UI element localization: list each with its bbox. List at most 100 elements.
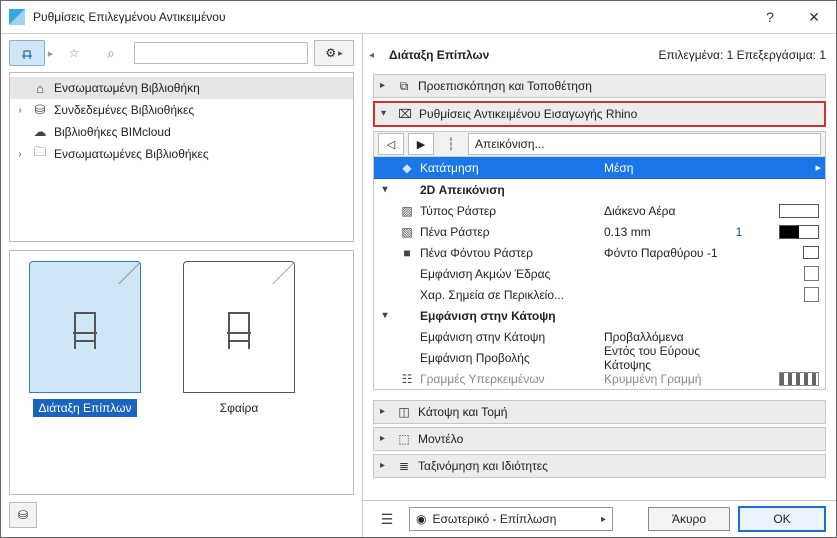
property-row[interactable]: ▨Τύπος ΡάστερΔιάκενο Αέρα [374,200,825,221]
property-value: Εντός του Εύρους Κάτοψης [600,344,719,372]
expand-icon: › [14,105,26,116]
right-header: ◂ Διάταξη Επίπλων Επιλεγμένα: 1 Επεξεργά… [363,34,836,70]
gear-icon: ⚙ [325,46,336,60]
property-value: Προβαλλόμενα [600,330,719,344]
checkbox[interactable] [804,287,819,302]
expand-icon: › [14,149,26,160]
section-label: 2D Απεικόνιση [418,183,825,197]
help-button[interactable]: ? [748,1,792,33]
property-row[interactable]: ▧Πένα Ράστερ0.13 mm1 [374,221,825,242]
expand-right-icon[interactable]: ▸ [799,161,825,174]
library-tree[interactable]: ⌂ Ενσωματωμένη Βιβλιοθήκη ›⛁Συνδεδεμένες Β… [9,72,354,242]
title-bar: Ρυθμίσεις Επιλεγμένου Αντικειμένου ? ✕ [1,1,836,34]
search-button[interactable]: ⌕ [94,41,128,65]
folder-icon: ⌂ [32,81,48,96]
disclosure-icon: ▾ [374,310,396,321]
view-dropdown[interactable]: Απεικόνιση... [468,133,821,155]
panel-header[interactable]: ▸⬚Μοντέλο [373,427,826,451]
search-input[interactable] [134,42,308,64]
library-thumbnail[interactable]: Σφαίρα [174,261,304,417]
layer-combo[interactable]: ◉ Εσωτερικό - Επίπλωση ▸ [409,507,613,531]
checkbox[interactable] [804,266,819,281]
row-icon: ☷ [396,372,418,386]
toolbar-separator: ▸ [47,47,54,60]
panel-header[interactable]: ▸⧉Προεπισκόπηση και Τοποθέτηση [373,74,826,98]
property-key: Πένα Ράστερ [418,225,600,239]
panel-header[interactable]: ▾⌧Ρυθμίσεις Αντικειμένου Εισαγωγής Rhino [373,101,826,127]
panel-icon: ⧉ [396,79,412,94]
tree-label: Ενσωματωμένες Βιβλιοθήκες [54,147,209,161]
top-panels: ▸⧉Προεπισκόπηση και Τοποθέτηση▾⌧Ρυθμίσει… [363,70,836,127]
mesh-icon: ◆ [396,161,418,175]
filter-placed-button[interactable] [9,40,45,66]
panel-icon: ◫ [396,405,412,419]
library-pane: ▸ ☆ ⌕ ⚙ ▸ ⌂Ενσωματωμένη Βιβλιοθήκη›⛁Συνδ… [1,34,363,537]
search-icon: ⌕ [107,45,115,62]
panel-header[interactable]: ▸ ≣ Ταξινόμηση και Ιδιότητες [373,454,826,478]
property-key: Εμφάνιση στην Κάτοψη [418,330,600,344]
property-row[interactable]: Εμφάνιση Ακμών Έδρας [374,263,825,284]
panel-icon: ⬚ [396,432,412,446]
folder-icon: 🗀 [32,143,48,165]
property-key: Πένα Φόντου Ράστερ [418,246,600,260]
chair-filter-icon [19,45,35,61]
property-value: Κρυμμένη Γραμμή [600,372,719,386]
favorites-button[interactable]: ☆ [56,40,92,66]
ok-button[interactable]: OK [738,506,826,532]
tree-label: Συνδεδεμένες Βιβλιοθήκες [54,103,194,117]
tree-row[interactable]: ›⛁Συνδεδεμένες Βιβλιοθήκες [10,99,353,121]
panel-label: Ρυθμίσεις Αντικειμένου Εισαγωγής Rhino [419,107,818,121]
toolbar-split-icon: ┆ [438,137,464,151]
property-grid: ◁ ▶ ┆ Απεικόνιση... ◆ Κατάτμηση Μέση ▸ ▾… [373,131,826,390]
history-forward-button[interactable]: ▶ [408,133,434,155]
close-button[interactable]: ✕ [792,1,836,33]
row-icon: ▧ [396,225,418,239]
chair-icon [61,297,109,357]
property-row[interactable]: ■Πένα Φόντου ΡάστερΦόντο Παραθύρου -1 [374,242,825,263]
tree-label: Ενσωματωμένη Βιβλιοθήκη [54,81,200,95]
segmentation-header[interactable]: ◆ Κατάτμηση Μέση ▸ [374,157,825,179]
panel-icon: ≣ [396,459,412,473]
segmentation-key: Κατάτμηση [418,161,600,175]
panel-header[interactable]: ▸◫Κάτοψη και Τομή [373,400,826,424]
layer-combo-label: Εσωτερικό - Επίπλωση [432,512,556,526]
folder-icon: ☁ [32,124,48,140]
swatch[interactable] [779,204,819,218]
property-row[interactable]: ▾Εμφάνιση στην Κάτοψη [374,305,825,326]
chevron-right-icon: ▸ [601,514,606,525]
bottom-panels: ▸◫Κάτοψη και Τομή▸⬚Μοντέλο▸≣Ταξινόμηση κ… [373,400,826,478]
segmentation-value: Μέση [600,161,799,175]
history-back-button[interactable]: ◁ [378,133,404,155]
disclosure-icon: ▾ [374,184,396,195]
tree-row[interactable]: › 🗀 Ενσωματωμένες Βιβλιοθήκες [10,143,353,165]
layer-bullet-icon: ◉ [416,512,426,526]
library-thumbnail[interactable]: Διάταξη Επίπλων [20,261,150,417]
property-row[interactable]: ▾ 2D Απεικόνιση [374,179,825,200]
property-row[interactable]: ☷Γραμμές ΥπερκειμένωνΚρυμμένη Γραμμή [374,368,825,389]
disclosure-icon: ▸ [380,407,390,417]
property-row[interactable]: Εμφάνιση ΠροβολήςΕντός του Εύρους Κάτοψη… [374,347,825,368]
chevron-down-icon: ▸ [338,48,343,59]
property-value: 0.13 mm [600,225,719,239]
property-key: Εμφάνιση Ακμών Έδρας [418,267,600,281]
panel-label: Ταξινόμηση και Ιδιότητες [418,459,819,473]
tree-row[interactable]: ⌂ Ενσωματωμένη Βιβλιοθήκη [10,77,353,99]
dialog-window: Ρυθμίσεις Επιλεγμένου Αντικειμένου ? ✕ ▸… [0,0,837,538]
swatch[interactable] [779,225,819,239]
property-key: Εμφάνιση Προβολής [418,351,600,365]
disclosure-icon: ▸ [380,461,390,471]
tree-row[interactable]: ☁ Βιβλιοθήκες BIMcloud [10,121,353,143]
line-style-swatch[interactable] [779,372,819,386]
cancel-button[interactable]: Άκυρο [648,507,730,531]
panel-icon: ⌧ [397,107,413,121]
layers-icon[interactable]: ☰ [373,508,401,530]
property-key: Γραμμές Υπερκειμένων [418,372,600,386]
view-dropdown-label: Απεικόνιση... [475,137,545,151]
collapse-left-icon[interactable]: ◂ [369,50,381,61]
tree-label: Βιβλιοθήκες BIMcloud [54,125,171,139]
screen-icon[interactable] [803,246,819,259]
library-manager-button[interactable]: ⛁ [9,502,37,528]
options-button[interactable]: ⚙ ▸ [314,40,354,66]
property-row[interactable]: Χαρ. Σημεία σε Περικλείο... [374,284,825,305]
window-title: Ρυθμίσεις Επιλεγμένου Αντικειμένου [33,10,748,24]
